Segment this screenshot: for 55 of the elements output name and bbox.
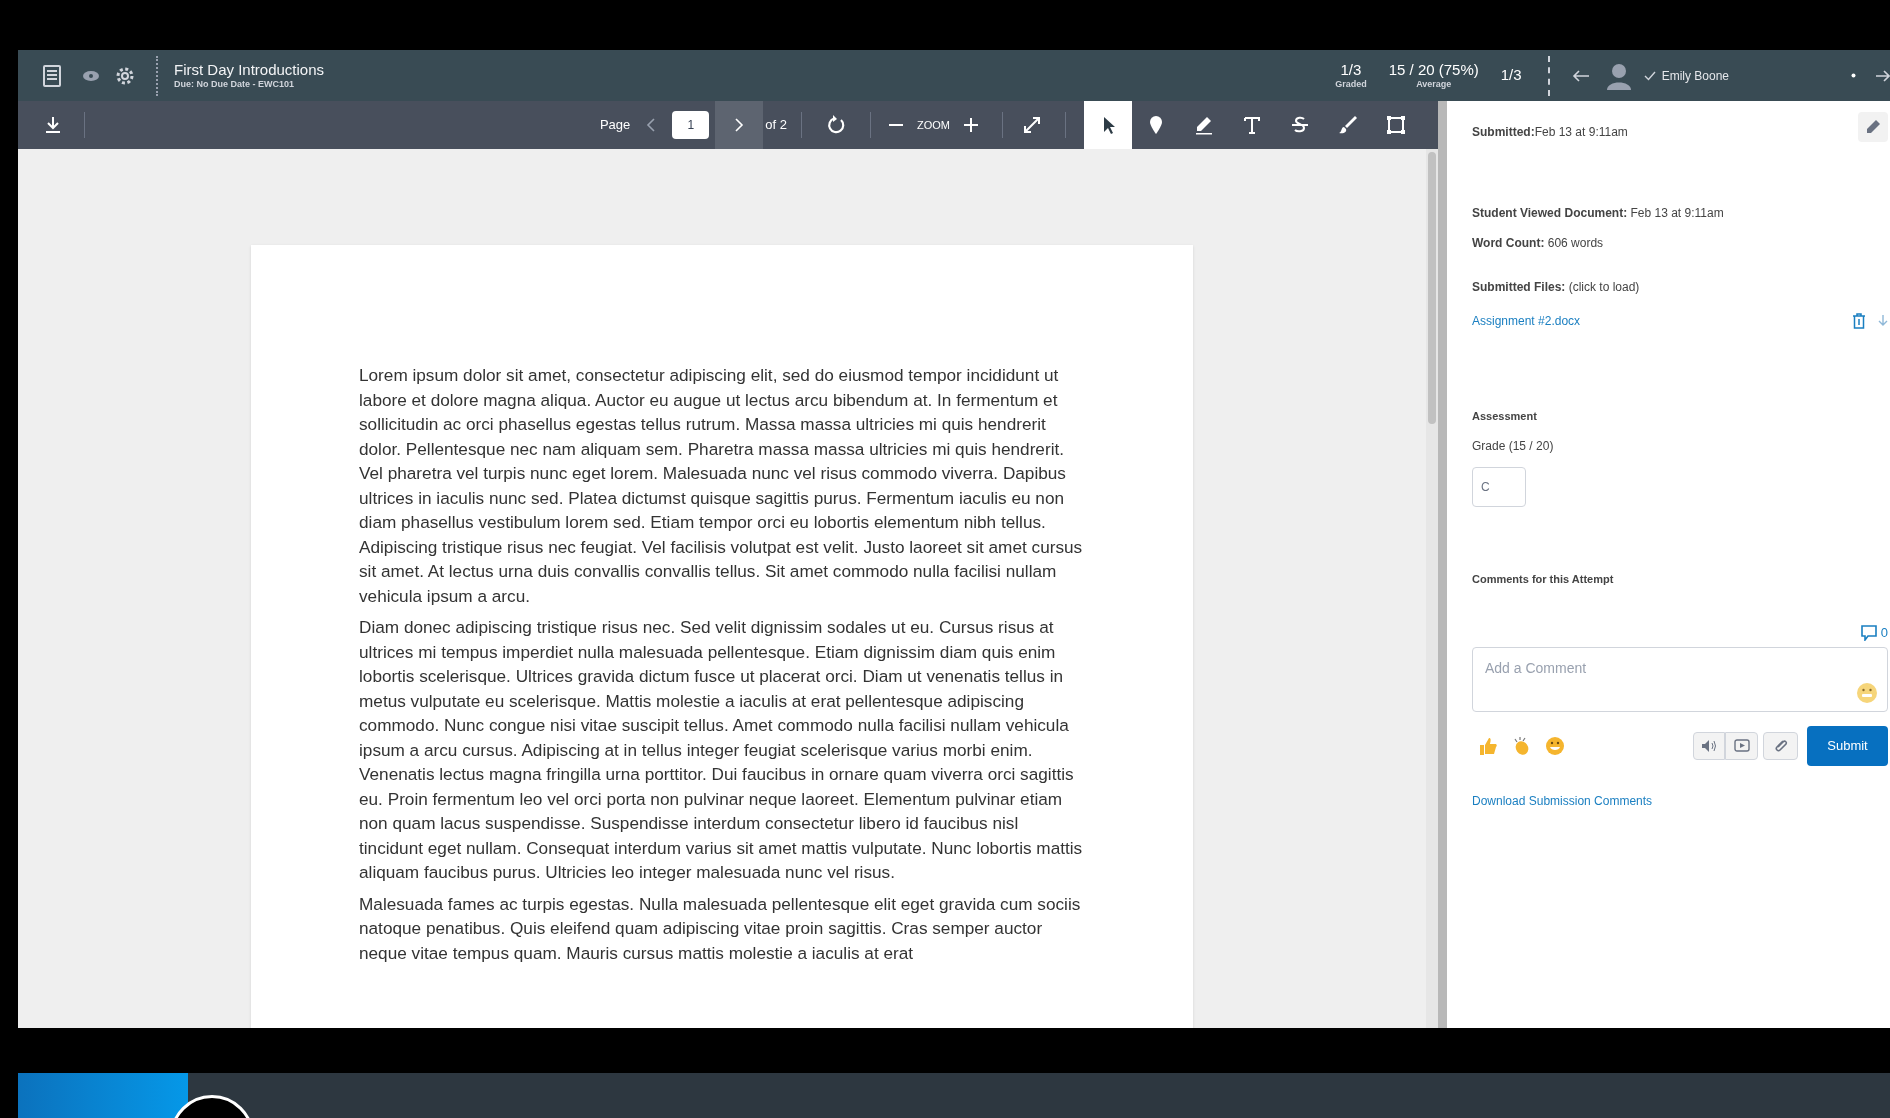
expand-icon[interactable] xyxy=(1023,116,1041,134)
stat-value: 1/3 xyxy=(1340,60,1362,80)
viewed-text: Student Viewed Document: Feb 13 at 9:11am xyxy=(1472,205,1725,222)
document-paragraph: Lorem ipsum dolor sit amet, consectetur adipiscing elit, sed do eiusmod tempor incididunt ut labore et dolore magna aliqua. Auctor eu augue ut lectus arcu bibendum at. In fermentum et sollicitudin ac orci phasellus egestas tellus rutrum. Massa massa ultricies mi quis hendrerit dolor. Pellentesque nec nam aliquam sem. Pharetra massa massa ultricies mi quis hendrerit. Vel pharetra vel turpis nunc eget lorem. Malesuada nunc vel risus commodo viverra. Dapibus ultrices in iaculis nunc sed. Platea dictumst quisque sagittis purus. Fermentum iaculis eu non diam phasellus vestibulum lorem sed. Etiam tempor orci eu lobortis elementum nibh tellus. Adipiscing tristique risus nec feugiat. Vel facilisis volutpat est velit. Justo laoreet sit amet cursus sit amet. At lectus urna duis convallis convallis tellus. Sit amet commodo nulla facilisi nullam vehicula ipsum a arcu. xyxy=(359,364,1084,608)
due-date-text: Due: No Due Date - EWC101 xyxy=(174,79,296,91)
attach-button[interactable] xyxy=(1763,731,1798,760)
chevron-right-icon xyxy=(734,117,745,133)
eye-icon[interactable] xyxy=(82,69,100,82)
audio-button[interactable] xyxy=(1693,731,1725,760)
area-icon xyxy=(1384,113,1408,137)
document-paragraph: Diam donec adipiscing tristique risus nec. Sed velit dignissim sodales ut eu. Cursus risus at ultrices mi tempus imperdiet nulla malesuada pellentesque. Etiam dignissim diam quis enim lobortis scelerisque. Ultrices gravida dictum fusce ut placerat orci. Diam ut venenatis tellus in metus vulputate eu scelerisque. Mattis molestie a iaculis at erat pellentesque adipiscing commodo. Nunc congue nisi vitae suscipit tellus. Amet commodo nulla facilisi nullam vehicula ipsum a arcu cursus. Adipiscing at in tellus integer feugiat scelerisque varius morbi enim. Venenatis lectus magna fringilla urna porttitor. Dui faucibus in ornare quam viverra orci sagittis eu. Proin fermentum leo vel orci porta non pulvinar neque laoreet. Elementum pulvinar etiam non quam lacus suspendisse. Suspendisse interdum consectetur libero id faucibus nisl tincidunt eget nullam. Consequat interdum varius sit amet mattis vulputate. Nunc lobortis mattis aliquam faucibus purus. Ultricies leo integer malesuada nunc vel risus. xyxy=(359,616,1084,884)
word-count-text: Word Count: 606 words xyxy=(1472,235,1605,252)
edit-button[interactable] xyxy=(1858,112,1888,142)
thumbs-up-icon[interactable] xyxy=(1478,735,1498,756)
arrow-left-icon[interactable] xyxy=(1571,68,1590,83)
avatar-icon xyxy=(1605,61,1632,90)
arrow-right-icon[interactable] xyxy=(1876,68,1890,83)
zoom-out-icon[interactable] xyxy=(889,123,903,127)
assignment-title: First Day Introductions xyxy=(174,60,325,80)
submitted-text: Submitted:Feb 13 at 9:11am xyxy=(1472,124,1628,141)
comment-count: 0 xyxy=(1880,624,1888,642)
stat-label: Average xyxy=(1416,79,1452,91)
stat-value: 15 / 20 (75%) xyxy=(1388,60,1479,80)
document-icon[interactable] xyxy=(42,64,62,87)
grade-field[interactable]: C xyxy=(1472,466,1526,507)
page-total: of 2 xyxy=(765,116,787,135)
stat-label: Graded xyxy=(1335,79,1367,91)
chevron-left-icon[interactable] xyxy=(646,117,657,133)
pencil-icon xyxy=(1865,119,1881,135)
document-paragraph: Malesuada fames ac turpis egestas. Nulla malesuada pellentesque elit eget gravida cum sociis natoque penatibus. Quis eleifend quam adipiscing vitae proin sagittis. Cras semper auctor neque vitae tempus quam. Mauris cursus mattis molestie a iaculis at erat xyxy=(359,892,1082,965)
video-icon xyxy=(1733,739,1750,752)
stat-value: 1/3 xyxy=(1500,66,1522,85)
assessment-heading: Assessment xyxy=(1472,409,1538,424)
pointer-tool[interactable] xyxy=(1084,101,1132,149)
comment-field[interactable]: Add a Comment xyxy=(1472,646,1888,712)
rotate-icon[interactable] xyxy=(826,115,846,135)
zoom-label: ZOOM xyxy=(917,117,950,133)
comment-icon[interactable] xyxy=(1860,624,1877,641)
comments-heading: Comments for this Attempt xyxy=(1472,571,1615,587)
download-comments-link[interactable]: Download Submission Comments xyxy=(1472,791,1888,810)
trash-icon[interactable] xyxy=(1852,313,1866,329)
video-button[interactable] xyxy=(1725,731,1758,760)
dropdown-dot-icon[interactable] xyxy=(1851,73,1856,78)
grade-label: Grade (15 / 20) xyxy=(1472,437,1555,455)
speaker-icon xyxy=(1701,738,1717,753)
student-name[interactable]: Emily Boone xyxy=(1661,66,1729,85)
download-icon[interactable] xyxy=(44,116,62,134)
submit-button[interactable]: Submit xyxy=(1807,725,1888,766)
zoom-in-icon[interactable] xyxy=(964,118,978,132)
page-label: Page xyxy=(599,116,631,135)
emoji-icon[interactable] xyxy=(1856,681,1878,704)
submitted-files-text: Submitted Files: (click to load) xyxy=(1472,279,1641,296)
page-number-field[interactable]: 1 xyxy=(672,111,710,139)
file-link[interactable]: Assignment #2.docx xyxy=(1472,312,1581,330)
paperclip-icon xyxy=(1772,737,1789,754)
